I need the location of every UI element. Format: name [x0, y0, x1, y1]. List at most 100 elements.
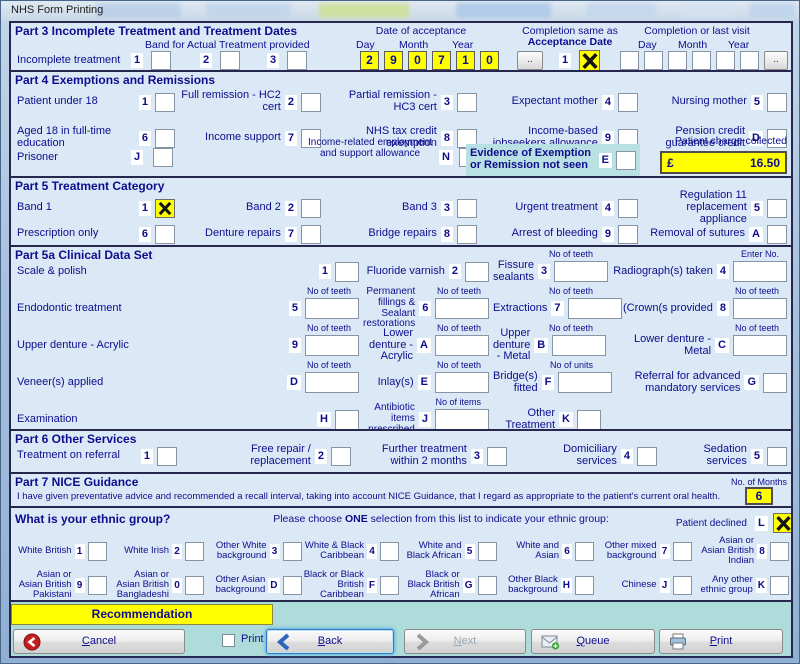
checkbox-white-black-caribbean[interactable]	[380, 542, 399, 561]
checkbox-full-remission-hc2[interactable]	[301, 93, 321, 112]
incomplete-band-3-checkbox[interactable]	[287, 51, 307, 70]
queue-button[interactable]: Queue	[531, 629, 655, 654]
field-fissure-sealants[interactable]	[554, 261, 608, 282]
checkbox-nursing-mother[interactable]	[767, 93, 787, 112]
checkbox-partial-remission-hc3[interactable]	[457, 93, 477, 112]
aero-reflection	[749, 3, 795, 18]
checkbox-asian-british-pakistani[interactable]	[88, 576, 107, 595]
recall-months-field[interactable]: 6	[745, 487, 773, 505]
checkbox-further-treatment[interactable]	[487, 447, 507, 466]
field-extractions[interactable]	[568, 298, 622, 319]
checkbox-band-1[interactable]	[155, 199, 175, 218]
field-lower-denture-acrylic[interactable]	[435, 335, 489, 356]
checkbox-denture-repairs[interactable]	[301, 225, 321, 244]
next-button[interactable]: Next	[404, 629, 526, 654]
checkbox-prescription-only[interactable]	[155, 225, 175, 244]
checkbox-patient-declined[interactable]	[773, 513, 791, 533]
checkbox-other-treatment[interactable]	[577, 410, 601, 430]
acceptance-year-digit-1[interactable]: 1	[456, 51, 475, 70]
checkbox-any-other-ethnic[interactable]	[770, 576, 789, 595]
checkbox-white-black-african[interactable]	[478, 542, 497, 561]
field-upper-denture-metal[interactable]	[552, 335, 606, 356]
last-day-box-2[interactable]	[644, 51, 663, 70]
checkbox-removal-of-sutures[interactable]	[767, 225, 787, 244]
checkbox-sedation-services[interactable]	[767, 447, 787, 466]
checkbox-black-british-african[interactable]	[478, 576, 497, 595]
checkbox-asian-british-bangladeshi[interactable]	[185, 576, 204, 595]
item-code: 1	[319, 264, 331, 279]
incomplete-band-1-checkbox[interactable]	[151, 51, 171, 70]
checkbox-treatment-on-referral[interactable]	[157, 447, 177, 466]
field-crowns-provided[interactable]	[733, 298, 787, 319]
field-antibiotic-items[interactable]	[435, 409, 489, 430]
checkbox-black-british-caribbean[interactable]	[380, 576, 399, 595]
acceptance-date-picker-button[interactable]: ..	[517, 51, 543, 70]
checkbox-other-white[interactable]	[283, 542, 302, 561]
checkbox-prisoner[interactable]	[153, 148, 173, 167]
acceptance-day-digit-2[interactable]: 9	[384, 51, 403, 70]
field-veneers-applied[interactable]	[305, 372, 359, 393]
checkbox-expectant-mother[interactable]	[618, 93, 638, 112]
checkbox-arrest-of-bleeding[interactable]	[618, 225, 638, 244]
checkbox-regulation-11[interactable]	[767, 199, 787, 218]
cancel-button[interactable]: Cancel	[13, 629, 185, 654]
checkbox-white-irish[interactable]	[185, 542, 204, 561]
field-radiographs-taken[interactable]	[733, 261, 787, 282]
checkbox-white-and-asian[interactable]	[575, 542, 594, 561]
checkbox-referral-advanced-services[interactable]	[763, 373, 787, 393]
checkbox-chinese[interactable]	[673, 576, 692, 595]
acceptance-year-digit-2[interactable]: 0	[480, 51, 499, 70]
checkbox-patient-under-18[interactable]	[155, 93, 175, 112]
last-year-box-1[interactable]	[716, 51, 735, 70]
field-upper-denture-acrylic[interactable]	[305, 335, 359, 356]
print-button[interactable]: Print	[659, 629, 783, 654]
checkbox-other-asian[interactable]	[283, 576, 302, 595]
last-month-box-1[interactable]	[668, 51, 687, 70]
item-code: 9	[289, 338, 301, 353]
checkbox-band-2[interactable]	[301, 199, 321, 218]
incomplete-band-2-checkbox[interactable]	[220, 51, 240, 70]
item-label: Full remission - HC2 cert	[179, 90, 281, 114]
back-button[interactable]: Back	[266, 629, 394, 654]
titlebar[interactable]: NHS Form Printing	[1, 1, 800, 21]
checkbox-other-black[interactable]	[575, 576, 594, 595]
checkbox-bridge-repairs[interactable]	[457, 225, 477, 244]
acceptance-month-digit-2[interactable]: 7	[432, 51, 451, 70]
checkbox-aged-18-education[interactable]	[155, 129, 175, 148]
checkbox-white-british[interactable]	[88, 542, 107, 561]
field-bridges-fitted[interactable]	[558, 372, 612, 393]
last-visit-date-picker-button[interactable]: ..	[764, 51, 788, 70]
completion-same-checkbox[interactable]	[579, 50, 600, 71]
checkbox-free-repair[interactable]	[331, 447, 351, 466]
item-code: 7	[285, 227, 297, 242]
item-label: Free repair / replacement	[221, 444, 311, 468]
checkbox-urgent-treatment[interactable]	[618, 199, 638, 218]
checkbox-band-3[interactable]	[457, 199, 477, 218]
item-code: 3	[270, 544, 280, 559]
checkbox-examination[interactable]	[335, 410, 359, 430]
last-year-box-2[interactable]	[740, 51, 759, 70]
mini-label: No of teeth	[605, 286, 787, 297]
checkbox-domiciliary-services[interactable]	[637, 447, 657, 466]
field-lower-denture-metal[interactable]	[733, 335, 787, 356]
last-month-box-2[interactable]	[692, 51, 711, 70]
acceptance-month-digit-1[interactable]: 0	[408, 51, 427, 70]
item-code: 8	[757, 544, 767, 559]
checkbox-evidence-not-seen[interactable]	[616, 151, 636, 170]
acceptance-day-digit-1[interactable]: 2	[360, 51, 379, 70]
checkbox-other-mixed[interactable]	[673, 542, 692, 561]
print-preview-checkbox[interactable]	[222, 634, 235, 647]
item-code: 5	[465, 544, 475, 559]
field-inlays[interactable]	[435, 372, 489, 393]
field-permanent-fillings[interactable]	[435, 298, 489, 319]
checkbox-asian-british-indian[interactable]	[770, 542, 789, 561]
item-code: F	[367, 578, 377, 593]
field-endodontic-treatment[interactable]	[305, 298, 359, 319]
acceptance-day-label: Day	[356, 40, 375, 52]
patient-charge-field[interactable]: £ 16.50	[660, 151, 787, 174]
checkbox-fluoride-varnish[interactable]	[465, 262, 489, 282]
checkbox-scale-and-polish[interactable]	[335, 262, 359, 282]
item-label: Arrest of bleeding	[481, 228, 598, 240]
last-day-box-1[interactable]	[620, 51, 639, 70]
item-code: 1	[139, 95, 151, 110]
